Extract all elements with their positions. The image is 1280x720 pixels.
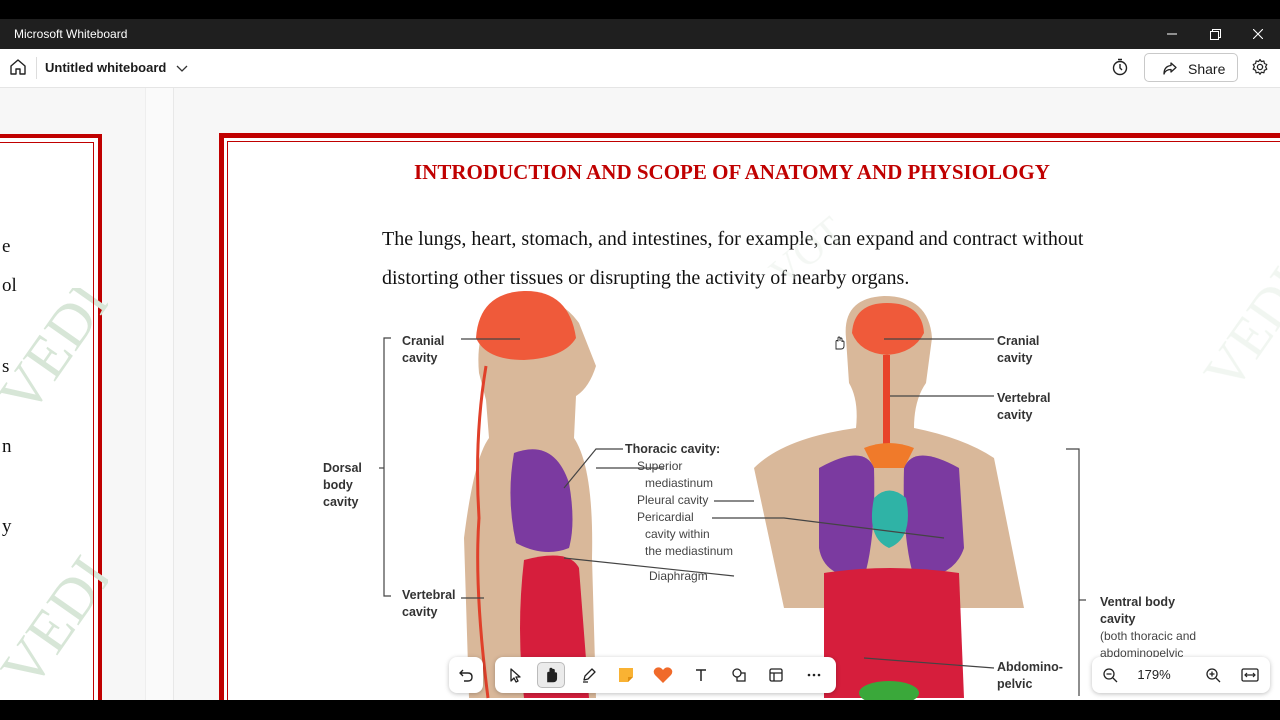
svg-text:VEDI: VEDI [1192, 257, 1280, 402]
page-gap [145, 88, 174, 700]
screen-bottom-border [0, 700, 1280, 720]
zoom-out-icon [1103, 668, 1118, 683]
shapes-icon [732, 668, 746, 682]
restore-button[interactable] [1193, 19, 1237, 49]
undo-button[interactable] [452, 662, 480, 688]
fit-to-screen-button[interactable] [1236, 662, 1264, 688]
label-cranial-cavity-right: Cranial cavity [997, 334, 1040, 365]
tools-bar [495, 657, 836, 693]
pen-tool[interactable] [575, 662, 603, 688]
minimize-button[interactable] [1150, 19, 1194, 49]
label-thoracic-cavity: Thoracic cavity: [625, 442, 721, 456]
close-button[interactable] [1236, 19, 1280, 49]
left-text-fragment: ol [2, 275, 17, 296]
zoom-level[interactable]: 179% [1132, 667, 1176, 682]
sticky-note-tool[interactable] [612, 662, 640, 688]
minimize-icon [1167, 33, 1177, 35]
side-profile-figure [464, 290, 596, 699]
watermark: VEDI VEDI [0, 288, 108, 700]
undo-icon [459, 669, 473, 682]
hand-icon [547, 667, 558, 683]
pen-icon [583, 668, 596, 683]
label-diaphragm: Diaphragm [649, 569, 708, 583]
pan-tool[interactable] [537, 662, 565, 688]
restore-icon [1209, 28, 1221, 40]
timer-icon [1112, 58, 1128, 76]
label-pleural-cavity: Pleural cavity [637, 493, 709, 507]
svg-text:VEDI: VEDI [0, 288, 108, 426]
svg-text:VEDI: VEDI [0, 544, 108, 699]
text-icon [696, 669, 706, 681]
label-abdominopelvic-cavity: Abdomino-pelvic [997, 660, 1063, 691]
label-superior-mediastinum: Superior mediastinum [637, 459, 714, 490]
more-button[interactable] [800, 662, 828, 688]
chevron-down-icon [176, 65, 188, 72]
sticky-note-icon [619, 668, 633, 682]
board-title[interactable]: Untitled whiteboard [45, 60, 166, 75]
board-menu-button[interactable] [176, 61, 188, 79]
label-dorsal-body-cavity: Dorsal body cavity [323, 461, 362, 509]
gear-icon [1252, 58, 1268, 75]
home-icon [10, 59, 26, 75]
zoom-in-icon [1206, 668, 1221, 683]
heart-icon [653, 667, 673, 683]
timer-button[interactable] [1111, 58, 1131, 78]
document-page[interactable]: INTRODUCTION AND SCOPE OF ANATOMY AND PH… [219, 133, 1280, 700]
more-icon [807, 673, 821, 677]
label-vertebral-cavity-right: Vertebral cavity [997, 391, 1051, 422]
reactions-tool[interactable] [649, 662, 677, 688]
template-icon [769, 668, 783, 682]
zoom-bar: 179% [1092, 657, 1270, 693]
settings-button[interactable] [1251, 58, 1271, 78]
share-icon [1163, 62, 1177, 75]
left-text-fragment: y [2, 516, 12, 537]
label-cranial-cavity-left: Cranial cavity [402, 334, 445, 365]
share-label: Share [1188, 61, 1226, 77]
shapes-tool[interactable] [725, 662, 753, 688]
left-text-fragment: e [2, 236, 11, 257]
zoom-out-button[interactable] [1096, 662, 1124, 688]
left-text-fragment: s [2, 356, 10, 377]
whiteboard-canvas[interactable]: e ol s n y VEDI VEDI INTRODUCTION AND SC… [0, 88, 1280, 700]
share-button[interactable]: Share [1144, 53, 1238, 82]
left-text-fragment: n [2, 436, 12, 457]
svg-text:VOT: VOT [761, 208, 853, 295]
home-button[interactable] [9, 58, 29, 78]
templates-tool[interactable] [762, 662, 790, 688]
undo-bar [449, 657, 483, 693]
zoom-in-button[interactable] [1199, 662, 1227, 688]
app-title: Microsoft Whiteboard [14, 27, 128, 41]
label-vertebral-cavity-left: Vertebral cavity [402, 588, 456, 619]
window-titlebar: Microsoft Whiteboard [0, 19, 1280, 49]
label-ventral-body-cavity: Ventral body cavity [1100, 595, 1176, 626]
hand-cursor-icon [835, 336, 845, 350]
label-pericardial-cavity: Pericardial cavity within the mediastinum [637, 510, 734, 558]
pointer-icon [510, 668, 521, 683]
select-tool[interactable] [501, 662, 529, 688]
app-toolbar: Untitled whiteboard Share [0, 49, 1280, 88]
left-document-page[interactable]: e ol s n y VEDI VEDI [0, 134, 108, 700]
text-tool[interactable] [687, 662, 715, 688]
close-icon [1253, 29, 1263, 39]
divider [36, 57, 37, 79]
front-figure [754, 296, 1024, 700]
fit-screen-icon [1241, 668, 1259, 682]
